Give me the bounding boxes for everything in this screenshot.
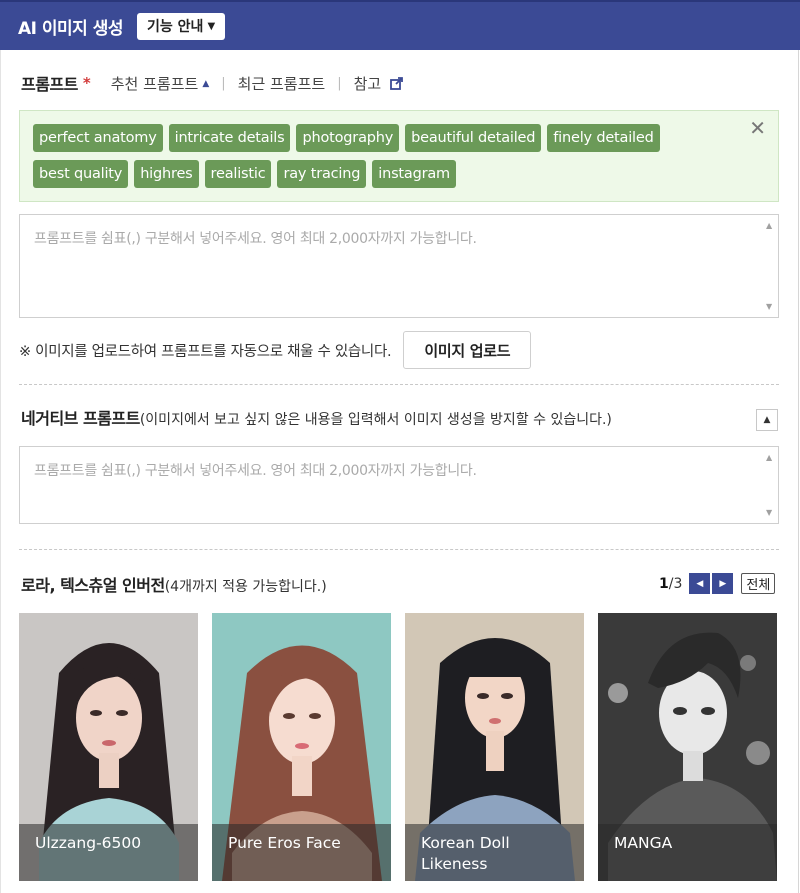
caret-up-icon: ▲ (202, 79, 210, 89)
collapse-toggle-button[interactable]: ▲ (756, 409, 778, 431)
prompt-tag[interactable]: intricate details (168, 124, 291, 152)
upload-row: ※ 이미지를 업로드하여 프롬프트를 자동으로 채울 수 있습니다. 이미지 업… (19, 331, 532, 369)
reference-link[interactable]: 참고 (354, 73, 403, 94)
feature-guide-label: 기능 안내 (147, 19, 204, 35)
caret-up-icon: ▲ (763, 415, 771, 425)
caret-down-icon: ▼ (207, 20, 216, 32)
upload-note: ※ 이미지를 업로드하여 프롬프트를 자동으로 채울 수 있습니다. (19, 343, 392, 360)
lora-card[interactable]: MANGA (598, 613, 777, 881)
prompt-tag[interactable]: best quality (33, 160, 129, 188)
scroll-up-icon[interactable]: ▲ (766, 221, 772, 230)
page-total: /3 (668, 575, 683, 592)
negative-prompt-header: 네거티브 프롬프트(이미지에서 보고 싶지 않은 내용을 입력해서 이미지 생성… (21, 405, 612, 429)
recommended-tags-panel: perfect anatomy intricate details photogra… (19, 110, 779, 202)
card-caption: MANGA (598, 824, 777, 881)
scroll-down-icon[interactable]: ▼ (766, 508, 772, 517)
page-title: AI 이미지 생성 (18, 18, 124, 39)
card-caption: Ulzzang-6500 (19, 824, 198, 881)
close-icon[interactable]: ✕ (749, 116, 766, 140)
lora-header: 로라, 텍스츄얼 인버전(4개까지 적용 가능합니다.) (21, 572, 327, 596)
negative-prompt-placeholder: 프롬프트를 쉼표(,) 구분해서 넣어주세요. 영어 최대 2,000자까지 가… (34, 463, 477, 479)
lora-card[interactable]: Korean Doll Likeness (405, 613, 584, 881)
prompt-tag[interactable]: ray tracing (277, 160, 367, 188)
chevron-left-icon: ◀ (696, 578, 704, 589)
divider (19, 549, 779, 550)
card-caption: Pure Eros Face (212, 824, 391, 881)
next-page-button[interactable]: ▶ (712, 573, 734, 594)
prompt-tag[interactable]: finely detailed (547, 124, 660, 152)
divider: | (221, 75, 226, 91)
negative-prompt-title: 네거티브 프롬프트 (21, 409, 140, 428)
view-all-button[interactable]: 전체 (741, 573, 776, 594)
chevron-right-icon: ▶ (719, 578, 727, 589)
prompt-textarea[interactable]: 프롬프트를 쉼표(,) 구분해서 넣어주세요. 영어 최대 2,000자까지 가… (19, 214, 779, 318)
page-current: 1 (659, 575, 669, 592)
lora-card[interactable]: Ulzzang-6500 (19, 613, 198, 881)
tab-recommended-prompt[interactable]: 추천 프롬프트 ▲ (111, 73, 210, 94)
page-indicator: 1/3 (659, 576, 682, 592)
scroll-down-icon[interactable]: ▼ (766, 302, 772, 311)
scrollbar[interactable]: ▲ ▼ (761, 215, 778, 317)
divider: | (337, 75, 342, 91)
image-upload-button[interactable]: 이미지 업로드 (403, 331, 532, 369)
prompt-tag[interactable]: photography (296, 124, 400, 152)
prev-page-button[interactable]: ◀ (689, 573, 711, 594)
prompt-header: 프롬프트 * 추천 프롬프트 ▲ | 최근 프롬프트 | 참고 (21, 72, 403, 94)
external-link-icon (390, 76, 403, 90)
tab-recent-prompt[interactable]: 최근 프롬프트 (238, 73, 326, 94)
lora-card[interactable]: Pure Eros Face (212, 613, 391, 881)
prompt-placeholder: 프롬프트를 쉼표(,) 구분해서 넣어주세요. 영어 최대 2,000자까지 가… (34, 231, 477, 247)
prompt-label: 프롬프트 (21, 75, 78, 94)
app-header: AI 이미지 생성 기능 안내 ▼ (0, 0, 800, 50)
negative-prompt-textarea[interactable]: 프롬프트를 쉼표(,) 구분해서 넣어주세요. 영어 최대 2,000자까지 가… (19, 446, 779, 524)
tab-recommended-label: 추천 프롬프트 (110, 74, 199, 93)
tag-list: perfect anatomy intricate details photogra… (33, 124, 723, 188)
scroll-up-icon[interactable]: ▲ (766, 453, 772, 462)
reference-label: 참고 (353, 74, 382, 93)
scrollbar[interactable]: ▲ ▼ (761, 447, 778, 523)
card-caption: Korean Doll Likeness (405, 824, 584, 881)
pager: 1/3 ◀ ▶ 전체 (659, 572, 776, 595)
lora-desc: (4개까지 적용 가능합니다.) (164, 579, 327, 595)
required-mark: * (82, 74, 91, 92)
divider (19, 384, 779, 385)
prompt-tag[interactable]: instagram (372, 160, 456, 188)
negative-prompt-desc: (이미지에서 보고 싶지 않은 내용을 입력해서 이미지 생성을 방지할 수 있… (139, 412, 612, 428)
prompt-tag[interactable]: realistic (204, 160, 272, 188)
prompt-tag[interactable]: highres (134, 160, 199, 188)
prompt-tag[interactable]: beautiful detailed (405, 124, 542, 152)
lora-title: 로라, 텍스츄얼 인버전 (21, 576, 165, 595)
prompt-tag[interactable]: perfect anatomy (33, 124, 163, 152)
feature-guide-button[interactable]: 기능 안내 ▼ (137, 12, 226, 40)
